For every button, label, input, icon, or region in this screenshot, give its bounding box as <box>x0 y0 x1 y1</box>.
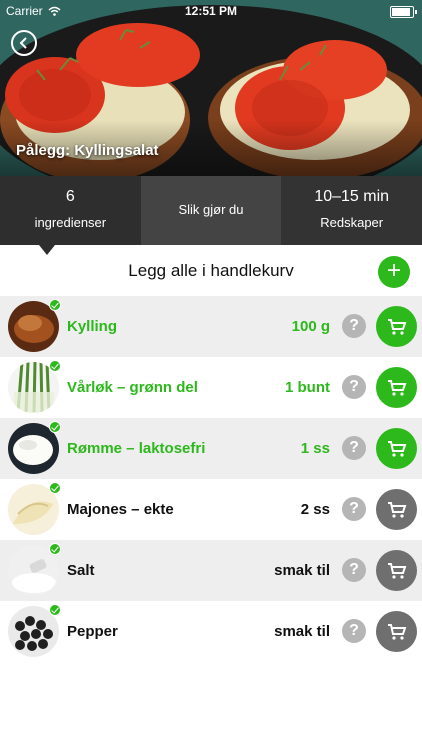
ingredient-qty: smak til <box>274 562 330 579</box>
help-button[interactable]: ? <box>342 436 366 460</box>
recipe-title: Pålegg: Kyllingsalat <box>16 142 159 159</box>
cart-button[interactable] <box>376 367 417 408</box>
ingredient-qty: 100 g <box>291 318 330 335</box>
check-icon <box>49 482 61 494</box>
tab-tools[interactable]: 10–15 min Redskaper <box>281 176 422 245</box>
check-icon <box>49 543 61 555</box>
cart-icon <box>387 440 406 457</box>
ingredient-qty: smak til <box>274 623 330 640</box>
ingredient-name: Vårløk – grønn del <box>67 379 198 396</box>
cart-button[interactable] <box>376 489 417 530</box>
cart-icon <box>387 501 406 518</box>
check-icon <box>49 360 61 372</box>
cart-button[interactable] <box>376 550 417 591</box>
list-item[interactable]: Kylling 100 g ? <box>0 296 422 357</box>
check-icon <box>49 299 61 311</box>
ingredient-list: Kylling 100 g ? Vårløk – grønn del 1 bun… <box>0 296 422 662</box>
ingredient-name: Kylling <box>67 318 118 335</box>
list-item[interactable]: Rømme – laktosefri 1 ss ? <box>0 418 422 479</box>
cart-button[interactable] <box>376 306 417 347</box>
list-item[interactable]: Vårløk – grønn del 1 bunt ? <box>0 357 422 418</box>
check-icon <box>49 604 61 616</box>
check-icon <box>49 421 61 433</box>
add-all-label: Legg alle i handlekurv <box>128 261 294 280</box>
add-all-button[interactable]: + <box>378 256 410 288</box>
back-icon <box>19 37 27 49</box>
cart-icon <box>387 562 406 579</box>
tab-howto[interactable]: Slik gjør du <box>140 176 282 245</box>
ingredients-label: ingredienser <box>34 215 107 230</box>
ingredient-name: Rømme – laktosefri <box>67 440 206 457</box>
ingredient-qty: 1 bunt <box>285 379 330 396</box>
cart-button[interactable] <box>376 611 417 652</box>
status-bar: Carrier 12:51 PM <box>0 0 422 22</box>
howto-label: Slik gjør du <box>178 202 244 217</box>
help-button[interactable]: ? <box>342 558 366 582</box>
clock: 12:51 PM <box>184 4 238 18</box>
ingredient-name: Majones – ekte <box>67 501 174 518</box>
ingredient-name: Salt <box>67 562 95 579</box>
help-button[interactable]: ? <box>342 497 366 521</box>
list-item[interactable]: Majones – ekte 2 ss ? <box>0 479 422 540</box>
ingredients-count: 6 <box>65 188 75 205</box>
add-all-row: Legg alle i handlekurv <box>0 245 422 296</box>
help-button[interactable]: ? <box>342 375 366 399</box>
back-button[interactable] <box>11 30 37 56</box>
battery-icon <box>390 6 417 18</box>
ingredient-qty: 2 ss <box>300 501 330 518</box>
cooking-time: 10–15 min <box>314 188 390 205</box>
cart-icon <box>387 379 406 396</box>
tab-ingredients[interactable]: 6 ingredienser <box>0 176 141 245</box>
cart-icon <box>387 623 406 640</box>
ingredient-name: Pepper <box>67 623 118 640</box>
cart-icon <box>387 318 406 335</box>
list-item[interactable]: Pepper smak til ? <box>0 601 422 662</box>
help-button[interactable]: ? <box>342 314 366 338</box>
help-button[interactable]: ? <box>342 619 366 643</box>
info-bar: 6 ingredienser Slik gjør du 10–15 min Re… <box>0 176 422 245</box>
cart-button[interactable] <box>376 428 417 469</box>
plus-icon: + <box>386 257 401 284</box>
tools-label: Redskaper <box>320 215 384 230</box>
ingredient-qty: 1 ss <box>300 440 330 457</box>
list-item[interactable]: Salt smak til ? <box>0 540 422 601</box>
